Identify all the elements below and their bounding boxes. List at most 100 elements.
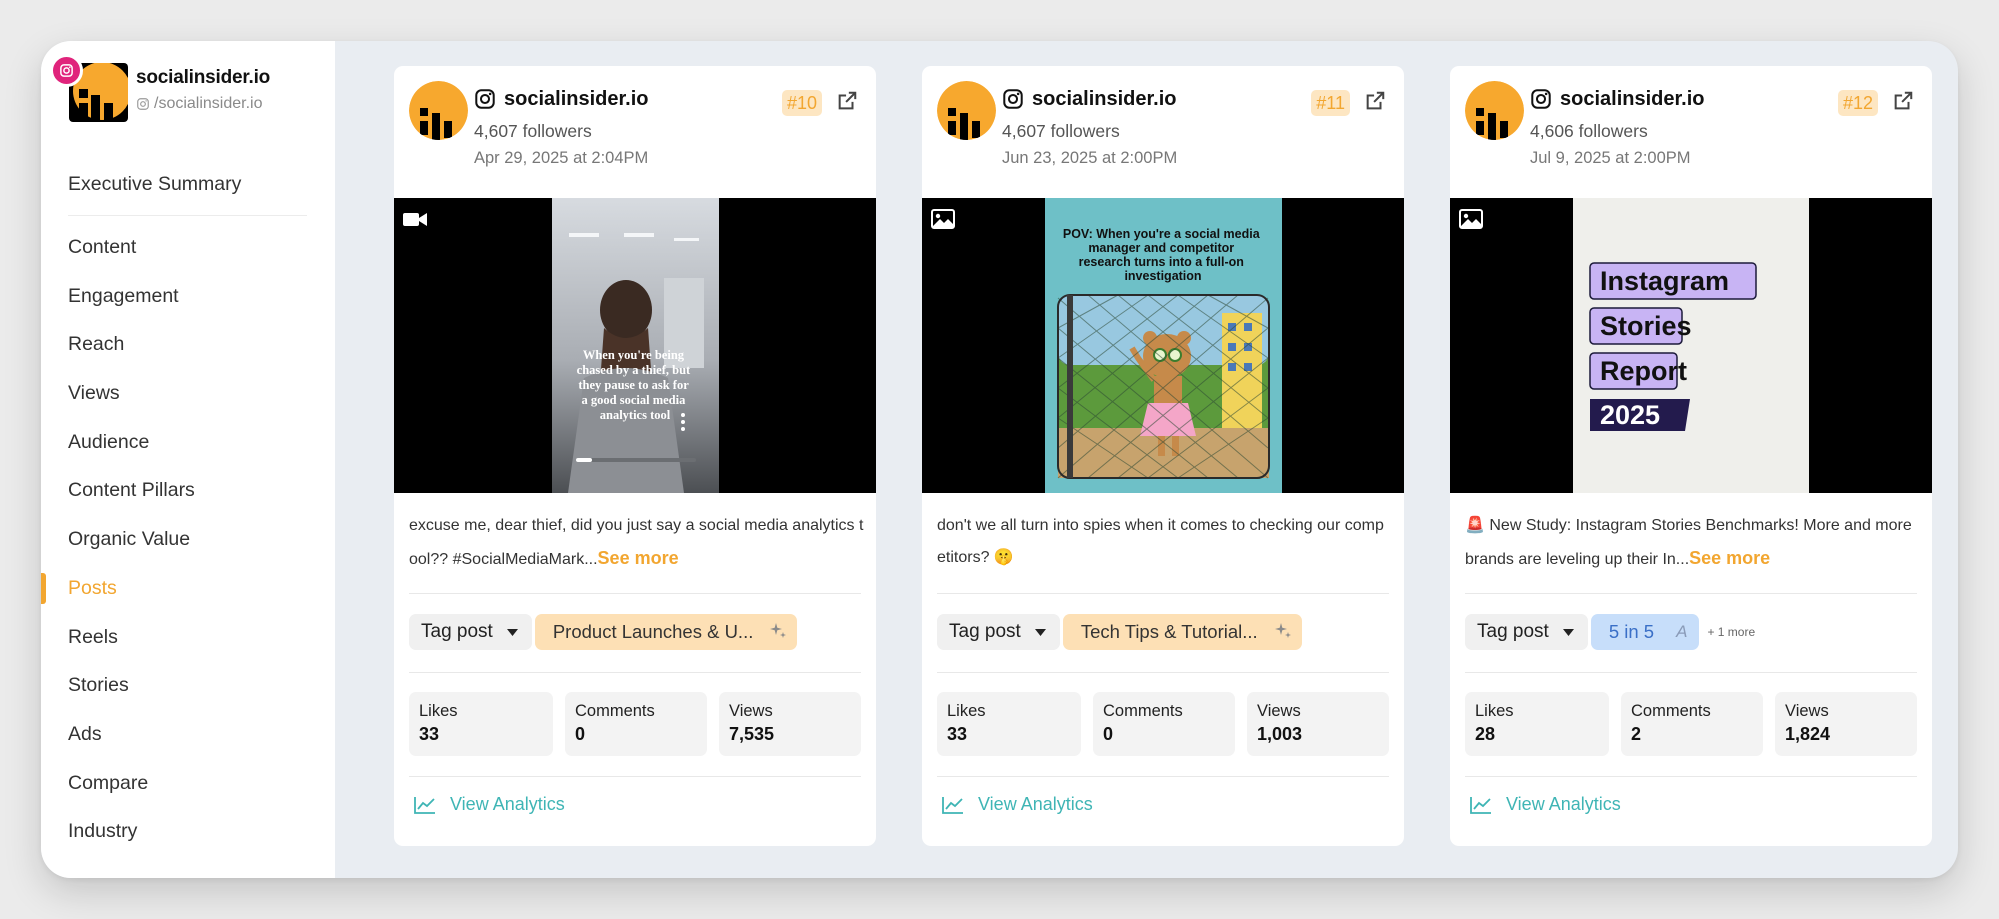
sidebar-item-label: Audience [68,430,150,453]
external-link-icon[interactable] [1364,90,1386,112]
sidebar-item-reach[interactable]: Reach [41,320,335,369]
sidebar-item-audience[interactable]: Audience [41,418,335,467]
app-window: socialinsider.io /socialinsider.io Execu… [41,41,1958,878]
followers-count: 4,607 followers [474,121,592,141]
divider [409,672,861,673]
view-analytics-link[interactable]: View Analytics [1470,794,1621,815]
likes-stat: Likes 33 [409,692,553,756]
sidebar-item-executive-summary[interactable]: Executive Summary [41,159,335,216]
line-chart-icon [942,796,963,814]
post-media[interactable]: Instagram Stories Report 2025 [1450,198,1932,493]
post-media[interactable]: POV: When you're a social media manager … [922,198,1404,493]
post-date: Jun 23, 2025 at 2:00PM [1002,149,1178,167]
tag-post-label: Tag post [949,621,1021,642]
likes-stat: Likes 28 [1465,692,1609,756]
likes-value: 28 [1475,724,1496,744]
rank-badge: #10 [781,90,822,116]
media-title-line: 2025 [1600,400,1660,430]
see-more-link[interactable]: See more [1689,548,1770,568]
avatar [409,81,468,140]
sidebar-item-posts[interactable]: Posts [41,564,335,613]
divider [937,672,1389,673]
account-name: socialinsider.io [504,88,649,110]
sidebar-item-engagement[interactable]: Engagement [41,272,335,321]
stats-row: Likes 28 Comments 2 Views 1,824 [1465,692,1917,756]
divider [1465,672,1917,673]
tag-post-dropdown[interactable]: Tag post [409,614,532,650]
post-date: Apr 29, 2025 at 2:04PM [474,149,649,167]
sidebar-item-industry[interactable]: Industry [41,807,335,856]
divider [937,776,1389,777]
followers-count: 4,606 followers [1530,121,1648,141]
views-stat: Views 1,824 [1775,692,1917,756]
sidebar-item-label: Engagement [68,284,179,307]
content-pillar-tag[interactable]: Tech Tips & Tutorial... [1062,614,1302,650]
sidebar-item-views[interactable]: Views [41,369,335,418]
post-caption: excuse me, dear thief, did you just say … [409,510,864,576]
sidebar-item-stories[interactable]: Stories [41,661,335,710]
comments-value: 0 [1103,724,1114,744]
pillar-tag-label: Tech Tips & Tutorial... [1080,621,1258,642]
post-thumbnail: POV: When you're a social media manager … [922,198,1404,493]
post-media[interactable]: When you're being chased by a thief, but… [394,198,876,493]
sidebar-item-label: Views [68,382,120,405]
post-card: socialinsider.io 4,607 followers Apr 29,… [394,66,876,846]
line-chart-icon [1470,796,1491,814]
rank-badge: #12 [1837,90,1878,116]
sidebar-item-label: Organic Value [68,528,191,551]
sidebar-item-ads[interactable]: Ads [41,710,335,759]
views-value: 7,535 [729,724,775,744]
sparkle-icon [770,623,787,638]
brand-name: socialinsider.io [136,67,271,88]
more-tags-link[interactable]: + 1 more [1707,625,1755,639]
ai-tag-icon: A [1676,622,1688,641]
stat-label: Views [729,702,773,720]
content-pillar-tag[interactable]: 5 in 5 A [1590,614,1700,650]
stat-label: Likes [1475,702,1514,720]
tag-row: Tag post 5 in 5 A + 1 more [1465,614,1755,650]
stat-label: Views [1785,702,1829,720]
stat-label: Comments [575,702,655,720]
stat-label: Comments [1631,702,1711,720]
view-analytics-link[interactable]: View Analytics [414,794,565,815]
media-title-line: Report [1600,356,1687,386]
stat-label: Views [1257,702,1301,720]
divider [68,215,307,216]
brand-handle-text: /socialinsider.io [154,95,263,112]
media-title-line: Stories [1600,311,1692,341]
external-link-icon[interactable] [1892,90,1914,112]
view-analytics-label: View Analytics [1506,794,1621,814]
instagram-icon [475,89,495,109]
image-icon [1459,209,1483,229]
sidebar-item-label: Reels [68,625,118,648]
views-value: 1,003 [1257,724,1303,744]
post-date: Jul 9, 2025 at 2:00PM [1530,149,1691,167]
tag-row: Tag post Tech Tips & Tutorial... [937,614,1302,650]
view-analytics-link[interactable]: View Analytics [942,794,1093,815]
tag-row: Tag post Product Launches & U... [409,614,798,650]
tag-post-dropdown[interactable]: Tag post [937,614,1060,650]
sidebar-item-label: Ads [68,722,102,745]
comments-value: 2 [1631,724,1642,744]
sidebar-item-compare[interactable]: Compare [41,759,335,808]
instagram-icon [1531,89,1551,109]
sidebar-item-content[interactable]: Content [41,223,335,272]
tag-post-label: Tag post [421,621,493,642]
likes-value: 33 [419,724,440,744]
content-pillar-tag[interactable]: Product Launches & U... [534,614,798,650]
sidebar-item-content-pillars[interactable]: Content Pillars [41,466,335,515]
sidebar-item-reels[interactable]: Reels [41,613,335,662]
sidebar-item-organic-value[interactable]: Organic Value [41,515,335,564]
avatar [937,81,996,140]
account-name: socialinsider.io [1560,88,1705,110]
view-analytics-label: View Analytics [978,794,1093,814]
video-camera-icon [403,213,427,226]
see-more-link[interactable]: See more [598,548,679,568]
sidebar: socialinsider.io /socialinsider.io Execu… [41,41,335,878]
external-link-icon[interactable] [836,90,858,112]
followers-count: 4,607 followers [1002,121,1120,141]
brand-handle: /socialinsider.io [136,95,263,113]
views-value: 1,824 [1785,724,1831,744]
tag-post-dropdown[interactable]: Tag post [1465,614,1588,650]
stat-label: Likes [947,702,986,720]
